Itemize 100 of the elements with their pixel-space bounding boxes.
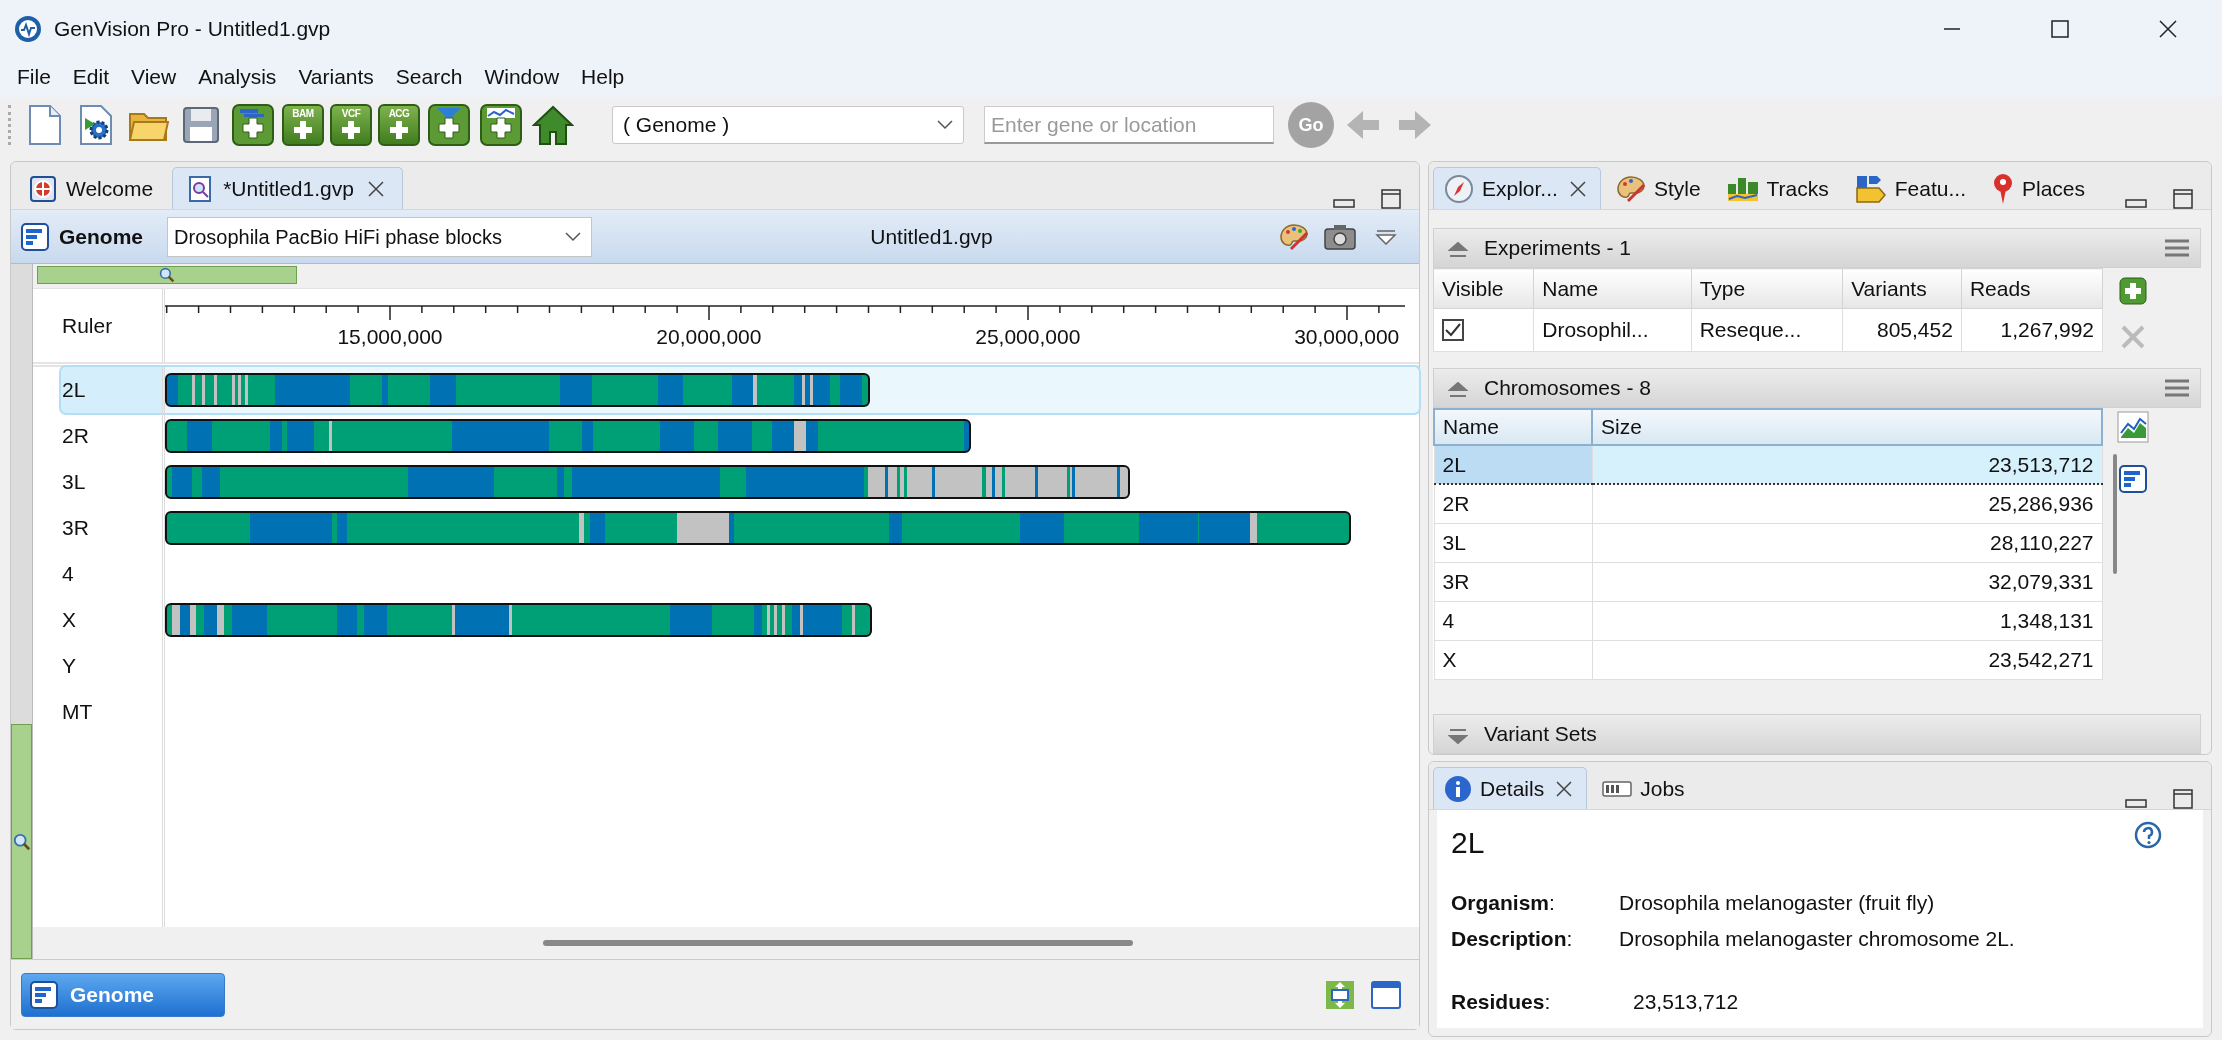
detail-heading: 2L [1451, 825, 1485, 861]
minimize-view-icon [2125, 799, 2147, 809]
column-header[interactable]: Name [1434, 409, 1592, 445]
panel-tab[interactable]: Featu... [1843, 167, 1977, 209]
panel-tab[interactable]: Details [1433, 767, 1588, 809]
genome-icon [2119, 465, 2147, 493]
table-cell[interactable]: 1,348,131 [1592, 601, 2102, 640]
table-cell[interactable]: 3L [1434, 523, 1592, 562]
table-cell[interactable]: 3R [1434, 562, 1592, 601]
section-header[interactable]: Variant Sets [1433, 714, 2201, 754]
checkbox[interactable] [1442, 318, 1464, 341]
track-dropdown[interactable]: Drosophila PacBio HiFi phase blocks [167, 216, 593, 257]
maximize-view-icon [2173, 789, 2193, 809]
ruler-tick-label: 30,000,000 [1294, 324, 1400, 350]
app-logo-icon [14, 14, 42, 43]
magnifier-icon [12, 832, 31, 851]
chromosome-track-row[interactable]: 3R [33, 505, 1419, 551]
chromosome-label: 2R [62, 423, 89, 450]
minimize-view-icon [2125, 199, 2147, 209]
vertical-zoom-thumb[interactable] [11, 724, 32, 959]
table-cell[interactable]: 23,513,712 [1592, 445, 2102, 484]
genome-dropdown[interactable]: ( Genome ) [612, 106, 964, 144]
add-chart-button[interactable] [478, 102, 524, 148]
progress-icon [1602, 780, 1633, 797]
menu-item[interactable]: View [120, 61, 188, 93]
maximize-view-icon [1381, 189, 1401, 209]
window-icon [1371, 980, 1401, 1009]
field-value: Drosophila melanogaster (fruit fly) [1619, 890, 1936, 916]
location-field[interactable]: Enter gene or location [984, 106, 1274, 144]
chromosome-track-row[interactable]: 2R [33, 413, 1419, 459]
table-cell[interactable]: 25,286,936 [1592, 484, 2102, 523]
panel-tab[interactable]: Style [1604, 167, 1712, 209]
magnifier-icon [159, 267, 175, 283]
scrollbar-thumb[interactable] [2113, 454, 2117, 574]
chromosome-track-row[interactable]: Y [33, 643, 1419, 689]
plus-icon [293, 120, 313, 140]
zoom-slider-thumb[interactable] [37, 266, 297, 284]
table-cell[interactable]: 32,079,331 [1592, 562, 2102, 601]
table-cell[interactable]: 28,110,227 [1592, 523, 2102, 562]
table-cell[interactable]: 2L [1434, 445, 1592, 484]
add-filter-icon [428, 104, 470, 146]
section-header[interactable]: Chromosomes - 8 [1433, 368, 2201, 408]
chromosome-track-row[interactable]: 3L [33, 459, 1419, 505]
add-tracks-button[interactable] [230, 102, 276, 148]
genome-view-button[interactable] [2116, 462, 2150, 496]
table-cell[interactable]: 2R [1434, 484, 1592, 523]
panel-tab[interactable]: Tracks [1715, 167, 1840, 209]
document-magnifier-icon [187, 175, 214, 202]
plus-icon [341, 120, 361, 140]
column-header[interactable]: Reads [1961, 268, 2103, 309]
table-cell[interactable]: X [1434, 640, 1592, 679]
table-cell[interactable]: 4 [1434, 601, 1592, 640]
add-filter-button[interactable] [426, 102, 472, 148]
panel-tab[interactable]: Places [1981, 167, 2097, 209]
column-header[interactable]: Name [1533, 268, 1692, 309]
genome-icon [21, 222, 49, 251]
menu-item[interactable]: File [6, 61, 62, 93]
menu-item[interactable]: Variants [287, 61, 385, 93]
menu-icon [2164, 378, 2190, 398]
menu-item[interactable]: Help [570, 61, 636, 93]
collapse-icon [1448, 241, 1468, 258]
chromosome-track-row[interactable]: 2L [61, 367, 1419, 413]
menu-item[interactable]: Window [473, 61, 571, 93]
scrollbar-thumb[interactable] [543, 940, 1133, 946]
document-tab[interactable]: *Untitled1.gvp [172, 167, 403, 209]
menu-item[interactable]: Search [384, 61, 474, 93]
menu-item[interactable]: Edit [61, 61, 121, 93]
cross-icon [2120, 324, 2146, 350]
document-tab[interactable]: Welcome [15, 167, 169, 209]
close-icon [1569, 180, 1586, 197]
column-header[interactable]: Size [1592, 409, 2102, 445]
genome-icon [30, 980, 58, 1009]
table-cell: 805,452 [1842, 308, 1962, 352]
add-button[interactable] [2118, 276, 2148, 306]
genome-view-button[interactable]: Genome [21, 972, 225, 1017]
section-title: Chromosomes - 8 [1484, 375, 1651, 402]
dropdown-triangle-icon [1375, 228, 1397, 245]
field-label: Organism: [1451, 890, 1556, 916]
chart-button[interactable] [2116, 410, 2150, 444]
camera-icon [1324, 223, 1356, 250]
chromosome-track-row[interactable]: X [33, 597, 1419, 643]
section-header[interactable]: Experiments - 1 [1433, 228, 2201, 268]
chromosome-label: Y [62, 653, 76, 680]
column-header[interactable]: Visible [1433, 268, 1534, 309]
minimize-icon [1942, 27, 1962, 30]
close-icon [2158, 18, 2178, 39]
menu-item[interactable]: Analysis [187, 61, 288, 93]
help-button[interactable] [2133, 820, 2163, 850]
table-cell[interactable]: 23,542,271 [1592, 640, 2102, 679]
section-title: Variant Sets [1484, 721, 1597, 748]
chromosome-track-row[interactable]: 4 [33, 551, 1419, 597]
document-gear-icon [79, 104, 115, 146]
chromosome-track-row[interactable]: MT [33, 689, 1419, 735]
panel-tab[interactable]: Jobs [1591, 767, 1696, 809]
info-icon [1444, 774, 1472, 803]
add-chart-icon [480, 104, 522, 146]
column-header[interactable]: Variants [1842, 268, 1962, 309]
help-icon [2134, 821, 2162, 849]
column-header[interactable]: Type [1691, 268, 1843, 309]
panel-tab[interactable]: Explor... [1433, 167, 1601, 209]
